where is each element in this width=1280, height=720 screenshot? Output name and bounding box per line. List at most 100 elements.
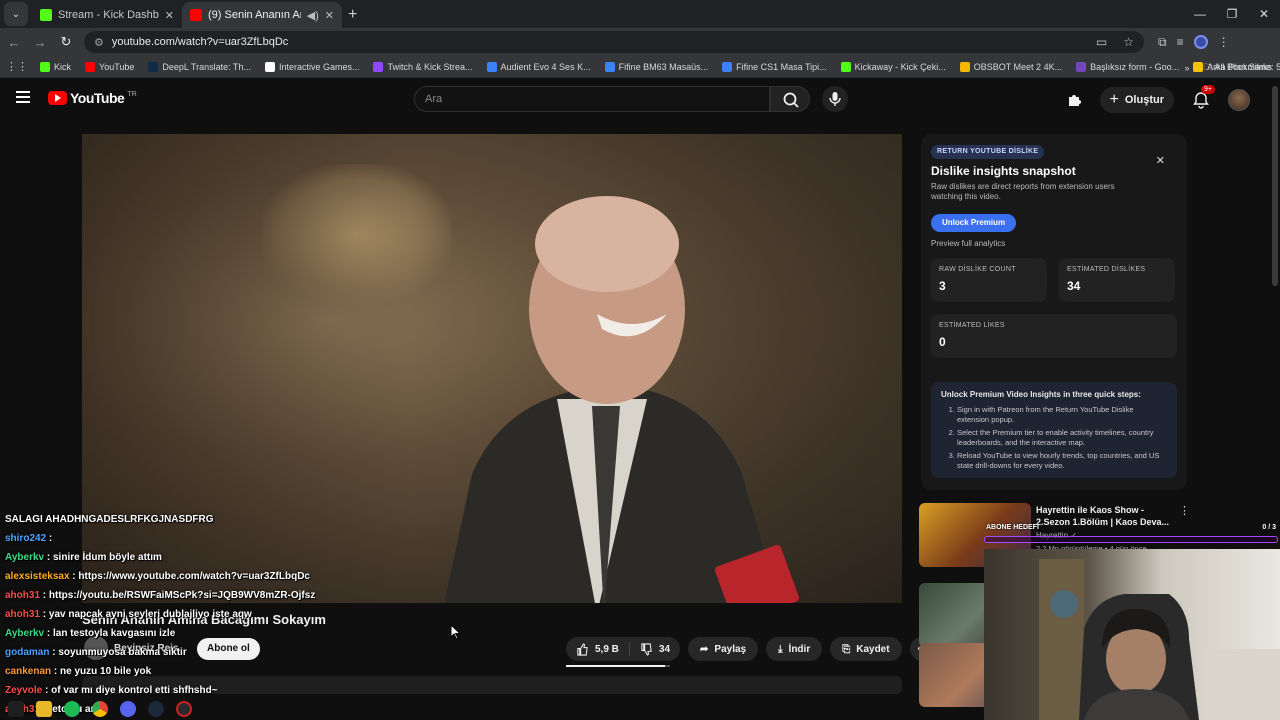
chat-username: cankenan — [5, 666, 52, 677]
create-button[interactable]: + Oluştur — [1099, 87, 1174, 113]
speaker-icon[interactable]: ◀) — [307, 9, 319, 22]
extension-puzzle-icon[interactable] — [1066, 92, 1082, 108]
page-scrollbar[interactable] — [1272, 86, 1278, 286]
bookmark-label: Kick — [54, 61, 72, 72]
tab-kick-dashboard[interactable]: Stream - Kick Dashboard ✕ — [32, 2, 182, 28]
restore-button[interactable]: ❐ — [1216, 0, 1248, 28]
share-icon: ➦ — [700, 643, 709, 655]
cast-icon[interactable]: ▭ — [1096, 35, 1107, 49]
bookmark-item[interactable]: Twitch & Kick Strea... — [373, 61, 473, 72]
reload-button[interactable]: ↻ — [54, 34, 78, 50]
bookmark-favicon-icon — [85, 61, 96, 72]
youtube-play-icon — [48, 91, 67, 105]
chat-text: : lan testoyla kavgasını izle — [44, 628, 176, 639]
obs-icon[interactable] — [176, 700, 192, 717]
menu-icon[interactable]: ⋮ — [1218, 35, 1230, 49]
more-vertical-icon[interactable]: ⋮ — [1179, 504, 1190, 517]
globe — [1050, 590, 1078, 618]
back-button[interactable]: ← — [2, 35, 26, 50]
close-icon[interactable]: ✕ — [325, 9, 334, 22]
create-label: Oluştur — [1124, 94, 1164, 106]
voice-search-button[interactable] — [822, 86, 848, 112]
thumbs-down-icon — [641, 642, 652, 656]
notification-badge: 9+ — [1201, 85, 1215, 94]
file-explorer-icon[interactable] — [36, 700, 52, 717]
stat-label: RAW DİSLİKE COUNT — [939, 266, 1016, 273]
search-button[interactable] — [770, 86, 810, 112]
bookmark-item[interactable]: YouTube — [85, 61, 135, 72]
close-window-button[interactable]: ✕ — [1248, 0, 1280, 28]
profile-avatar[interactable] — [1193, 35, 1208, 49]
unlock-premium-button[interactable]: Unlock Premium — [931, 214, 1017, 232]
bookmark-favicon-icon — [1076, 61, 1087, 72]
like-button[interactable]: 5,9 B — [566, 637, 629, 661]
hamburger-menu-icon[interactable] — [16, 91, 30, 103]
bookmarks-overflow-icon[interactable]: » — [1184, 63, 1189, 73]
forward-button[interactable]: → — [28, 35, 52, 50]
url-field[interactable]: ⚙ youtube.com/watch?v=uar3ZfLbqDc ▭ ☆ — [84, 31, 1144, 53]
stream-chat-overlay: SALAGI AHADHNGADESLRFKGJNASDFRG shiro242 … — [0, 510, 430, 719]
extensions-icon[interactable]: ⧉ — [1158, 35, 1167, 50]
dislike-button[interactable]: 34 — [630, 637, 680, 661]
bookmark-item[interactable]: Fifine BM63 Masaüs... — [604, 61, 708, 72]
tab-search-button[interactable]: ⌄ — [4, 2, 28, 26]
chat-message: ahoh31 : https://youtu.be/RSWFaiMScPk?si… — [0, 586, 430, 605]
chat-text: : — [46, 533, 53, 544]
chrome-icon[interactable] — [92, 700, 108, 717]
bookmark-item[interactable]: DeepL Translate: Th... — [148, 61, 251, 72]
close-icon[interactable]: ✕ — [1156, 154, 1165, 167]
bookmark-label: DeepL Translate: Th... — [162, 61, 251, 72]
panel-title: Dislike insights snapshot — [931, 164, 1076, 178]
steam-icon[interactable] — [148, 700, 164, 717]
video-frame-person — [444, 196, 800, 603]
goal-label: ABONE HEDEFİ — [986, 524, 1039, 531]
all-bookmarks-button[interactable]: 🗀 All Bookmarks — [1203, 60, 1272, 76]
bookmark-label: YouTube — [99, 61, 135, 72]
media-control-icon[interactable]: ≡ — [1177, 35, 1184, 49]
site-info-icon[interactable]: ⚙ — [94, 36, 104, 49]
share-label: Paylaş — [714, 643, 747, 655]
bookmark-item[interactable]: Kickaway - Kick Çeki... — [840, 61, 946, 72]
account-avatar[interactable] — [1228, 89, 1250, 111]
chat-text: SALAGI AHADHNGADESLRFKGJNASDFRG — [5, 514, 214, 525]
step-item: Sign in with Patreon from the Return You… — [957, 405, 1167, 425]
bookmark-favicon-icon — [373, 61, 384, 72]
streamer-webcam — [984, 549, 1280, 720]
notifications-button[interactable]: 9+ — [1192, 85, 1215, 109]
tab-title: Stream - Kick Dashboard — [58, 9, 159, 21]
dislike-count: 34 — [658, 643, 671, 655]
tab-youtube-video[interactable]: (9) Senin Ananın Amına Ba... ◀) ✕ — [182, 2, 342, 28]
share-button[interactable]: ➦ Paylaş — [688, 637, 759, 661]
bookmark-item[interactable]: Audient Evo 4 Ses K... — [486, 61, 591, 72]
bookmark-item[interactable]: Başlıksız form - Goo... — [1076, 61, 1179, 72]
panel-tag: RETURN YOUTUBE DİSLİKE — [931, 145, 1045, 159]
discord-icon[interactable] — [120, 700, 136, 717]
bookmark-label: Twitch & Kick Strea... — [387, 61, 473, 72]
browser-tab-bar: ⌄ Stream - Kick Dashboard ✕ (9) Senin An… — [0, 0, 1280, 28]
panel-subtitle: Raw dislikes are direct reports from ext… — [931, 182, 1115, 201]
bookmark-item[interactable]: Fifine CS1 Masa Tipi... — [722, 61, 827, 72]
premium-steps-box: Unlock Premium Video Insights in three q… — [931, 382, 1177, 478]
minimize-button[interactable]: — — [1184, 0, 1216, 28]
start-icon[interactable] — [8, 700, 24, 717]
download-button[interactable]: ⤓ İndir — [766, 637, 823, 661]
bookmark-item[interactable]: Kick — [40, 61, 72, 72]
chat-username: godaman — [5, 647, 50, 658]
close-icon[interactable]: ✕ — [165, 9, 174, 22]
search-icon — [783, 92, 799, 108]
logo-text: YouTube — [70, 90, 125, 106]
bookmark-star-icon[interactable]: ☆ — [1123, 35, 1134, 49]
download-icon: ⤓ — [778, 643, 783, 655]
apps-icon[interactable]: ⋮⋮ — [6, 60, 28, 73]
new-tab-button[interactable]: + — [348, 2, 357, 28]
save-button[interactable]: ⎘ Kaydet — [830, 637, 902, 661]
bookmark-favicon-icon — [604, 61, 615, 72]
youtube-logo[interactable]: YouTube TR — [48, 90, 137, 106]
bookmarks-bar: ⋮⋮ Kick YouTube DeepL Translate: Th... Inte… — [0, 56, 1280, 78]
search-input[interactable]: Ara — [414, 86, 770, 112]
chat-text: : sinire İdum böyle attım — [44, 552, 162, 563]
stat-label: ESTİMATED LİKES — [939, 322, 1005, 329]
bookmark-item[interactable]: Interactive Games... — [264, 61, 359, 72]
spotify-icon[interactable] — [64, 700, 80, 717]
bookmark-item[interactable]: OBSBOT Meet 2 4K... — [959, 61, 1062, 72]
